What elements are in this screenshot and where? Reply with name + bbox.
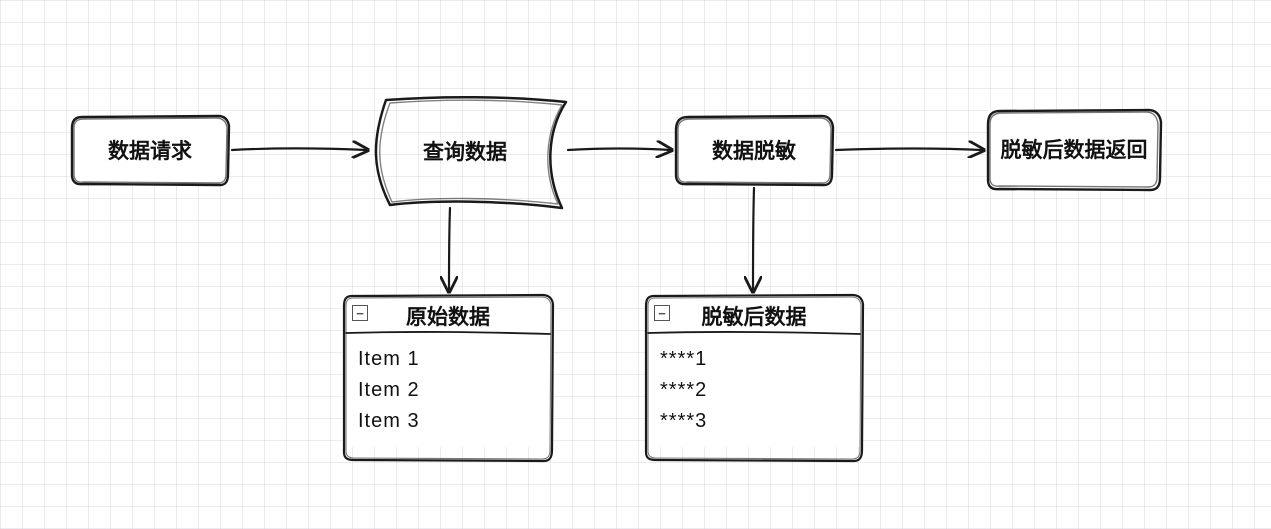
node-data-masking: 数据脱敏 [676, 116, 832, 184]
list-masked-data: − 脱敏后数据 ****1 ****2 ****3 [646, 295, 862, 447]
list-item: ****3 [660, 406, 850, 437]
list-item: Item 1 [358, 344, 540, 375]
list-item: Item 2 [358, 375, 540, 406]
node-data-request: 数据请求 [72, 116, 228, 184]
list-item: Item 3 [358, 406, 540, 437]
arrow-mask-to-masked [753, 188, 754, 290]
list-raw-data: − 原始数据 Item 1 Item 2 Item 3 [344, 295, 552, 447]
diagram-overlay [0, 0, 1271, 529]
node-masked-return: 脱敏后数据返回 [988, 110, 1160, 188]
collapse-icon[interactable]: − [654, 305, 670, 321]
collapse-icon[interactable]: − [352, 305, 368, 321]
list-masked-title: 脱敏后数据 [702, 306, 807, 329]
node-query-data: 查询数据 [370, 98, 560, 204]
arrow-query-to-raw [449, 208, 450, 290]
arrow-mask-to-return [836, 149, 982, 151]
list-raw-body: Item 1 Item 2 Item 3 [344, 338, 552, 447]
list-item: ****2 [660, 375, 850, 406]
list-masked-body: ****1 ****2 ****3 [646, 338, 862, 447]
arrow-request-to-query [232, 149, 366, 151]
list-raw-header: − 原始数据 [344, 295, 552, 338]
node-query-data-label: 查询数据 [423, 136, 507, 166]
list-masked-header: − 脱敏后数据 [646, 295, 862, 338]
node-data-masking-label: 数据脱敏 [712, 135, 796, 165]
node-data-request-label: 数据请求 [108, 135, 192, 165]
list-item: ****1 [660, 344, 850, 375]
arrow-query-to-mask [568, 149, 670, 151]
node-masked-return-label: 脱敏后数据返回 [1001, 134, 1148, 164]
list-raw-title: 原始数据 [406, 306, 490, 329]
